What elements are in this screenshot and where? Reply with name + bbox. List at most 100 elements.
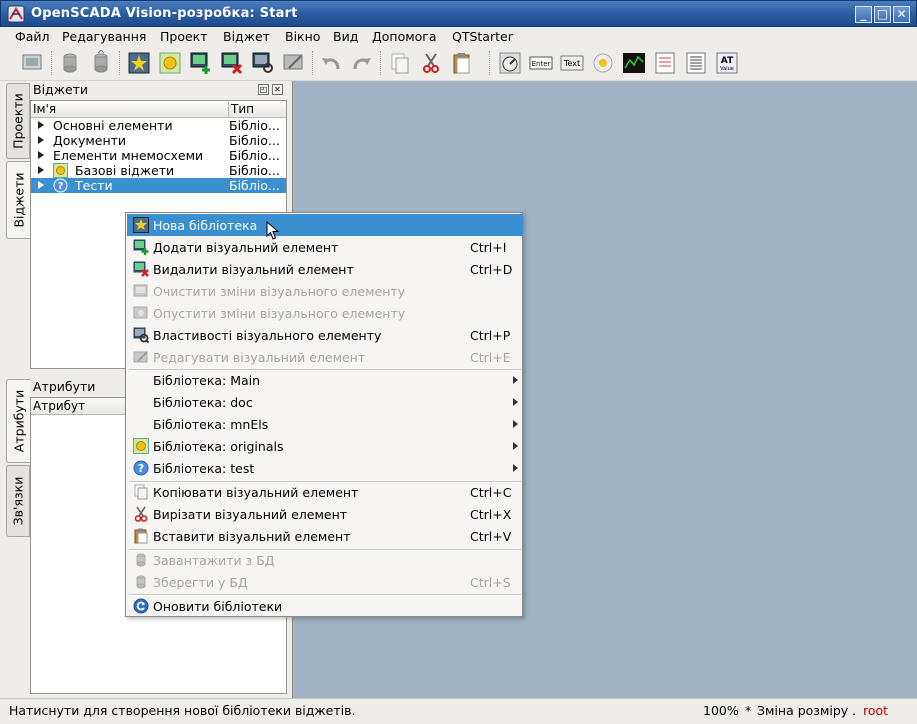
svg-text:?: ? [138,462,144,475]
db-window-icon[interactable] [20,50,46,76]
zoom-level[interactable]: 100% [703,703,739,718]
menu-item-delete-widget[interactable]: Видалити візуальний елемент Ctrl+D [127,258,523,280]
tree-header: Ім'я Тип [31,101,286,118]
toolbar: Enter Text AT Value [0,47,917,81]
menu-item-properties[interactable]: Властивості візуального елементу Ctrl+P [127,324,523,346]
refresh-icon [133,598,149,614]
menu-item-library-doc[interactable]: Бібліотека: doc [127,391,523,413]
lib-value-icon[interactable]: AT Value [714,50,740,76]
menu-project[interactable]: Проект [160,27,208,47]
column-attribute[interactable]: Атрибут [33,399,85,413]
context-menu: Нова бібліотека Додати візуальний елемен… [125,212,523,617]
lib-trend-icon[interactable] [621,50,647,76]
expand-arrow-icon[interactable] [38,121,44,129]
expand-arrow-icon[interactable] [38,181,44,189]
menu-item-library-originals[interactable]: Бібліотека: originals [127,435,523,457]
maximize-button[interactable]: □ [874,6,891,23]
menu-item-load-db: Завантажити з БД [127,549,523,571]
tree-row-mnemo-elements[interactable]: Елементи мнемосхеми Бібліо... [31,148,286,163]
delete-widget-icon[interactable] [219,50,245,76]
menu-window[interactable]: Вікно [285,27,320,47]
svg-text:Value: Value [720,66,734,72]
paste-icon [134,528,148,544]
tab-links[interactable]: Зв'язки [6,465,30,537]
expand-arrow-icon[interactable] [38,151,44,159]
close-button[interactable]: ✕ [893,6,910,23]
svg-text:Enter: Enter [532,60,551,68]
menu-item-paste-widget[interactable]: Вставити візуальний елемент Ctrl+V [127,525,523,547]
lib-doc-icon[interactable] [652,50,678,76]
lib-flower-icon[interactable] [590,50,616,76]
tree-row-basic-elements[interactable]: Основні елементи Бібліо... [31,118,286,133]
new-library-icon[interactable] [126,50,152,76]
library-icon [133,438,149,454]
cut-icon[interactable] [418,50,444,76]
menu-qtstarter[interactable]: QTStarter [452,27,513,47]
menu-item-library-main[interactable]: Бібліотека: Main [127,369,523,391]
menu-help[interactable]: Допомога [372,27,437,47]
properties-icon[interactable] [250,50,276,76]
svg-text:?: ? [58,181,64,192]
expand-arrow-icon[interactable] [38,136,44,144]
menu-item-library-mnels[interactable]: Бібліотека: mnEls [127,413,523,435]
menu-item-cut-widget[interactable]: Вирізати візуальний елемент Ctrl+X [127,503,523,525]
resize-mode[interactable]: Зміна розміру [757,703,848,718]
menu-file[interactable]: Файл [15,27,50,47]
delete-widget-icon [133,261,149,277]
copy-icon[interactable] [387,50,413,76]
menu-edit[interactable]: Редагування [62,27,146,47]
menu-view[interactable]: Вид [333,27,358,47]
status-message: Натиснути для створення нової бібліотеки… [9,703,356,718]
user-name[interactable]: root [863,703,888,718]
copy-icon [134,484,148,500]
drop-changes-icon [133,306,148,319]
tree-row-tests[interactable]: ? Тести Бібліо... [31,178,286,193]
lib-input-icon[interactable]: Enter [528,50,554,76]
submenu-arrow-icon [513,420,518,428]
svg-text:AT: AT [721,56,734,66]
tree-row-base-widgets[interactable]: Базові віджети Бібліо... [31,163,286,178]
menu-item-library-test[interactable]: ? Бібліотека: test [127,457,523,479]
undo-icon[interactable] [318,50,344,76]
app-icon [7,5,25,23]
widgets-panel-title: Віджети [33,82,89,97]
menu-item-add-widget[interactable]: Додати візуальний елемент Ctrl+I [127,236,523,258]
library-icon[interactable] [157,50,183,76]
paste-icon[interactable] [449,50,475,76]
expand-arrow-icon[interactable] [38,166,44,174]
menu-item-drop-changes: Опустити зміни візуального елементу [127,302,523,324]
status-separator: . [852,703,856,718]
clear-changes-icon [133,284,148,297]
menu-item-new-library[interactable]: Нова бібліотека [127,214,523,236]
question-icon: ? [133,460,149,476]
menu-bar: Файл Редагування Проект Віджет Вікно Вид… [0,27,917,47]
modified-indicator: * [745,703,752,718]
mouse-cursor-icon [266,221,280,240]
lib-gauge-icon[interactable] [497,50,523,76]
redo-icon[interactable] [349,50,375,76]
edit-icon[interactable] [281,50,307,76]
menu-item-copy-widget[interactable]: Копіювати візуальний елемент Ctrl+C [127,481,523,503]
new-library-icon [133,217,149,233]
save-db-icon[interactable] [88,49,114,76]
tab-widgets[interactable]: Віджети [6,161,30,239]
menu-widget[interactable]: Віджет [223,27,270,47]
properties-icon [133,327,149,343]
close-panel-icon[interactable]: ✕ [272,84,283,95]
column-name[interactable]: Ім'я [33,102,56,116]
tree-row-documents[interactable]: Документи Бібліо... [31,133,286,148]
lib-text-icon[interactable]: Text [559,50,585,76]
lib-table-icon[interactable] [683,50,709,76]
submenu-arrow-icon [513,376,518,384]
cut-icon [134,506,148,522]
column-type[interactable]: Тип [228,102,254,117]
minimize-button[interactable]: _ [855,6,872,23]
float-panel-icon[interactable]: ◰ [258,84,269,95]
menu-item-edit-widget: Редагувати візуальний елемент Ctrl+E [127,346,523,368]
tab-attributes[interactable]: Атрибути [6,379,30,463]
edit-icon [133,351,148,363]
menu-item-refresh-libraries[interactable]: Оновити бібліотеки [127,595,523,617]
tab-projects[interactable]: Проекти [6,83,30,159]
add-widget-icon[interactable] [188,50,214,76]
load-db-icon[interactable] [57,50,83,76]
